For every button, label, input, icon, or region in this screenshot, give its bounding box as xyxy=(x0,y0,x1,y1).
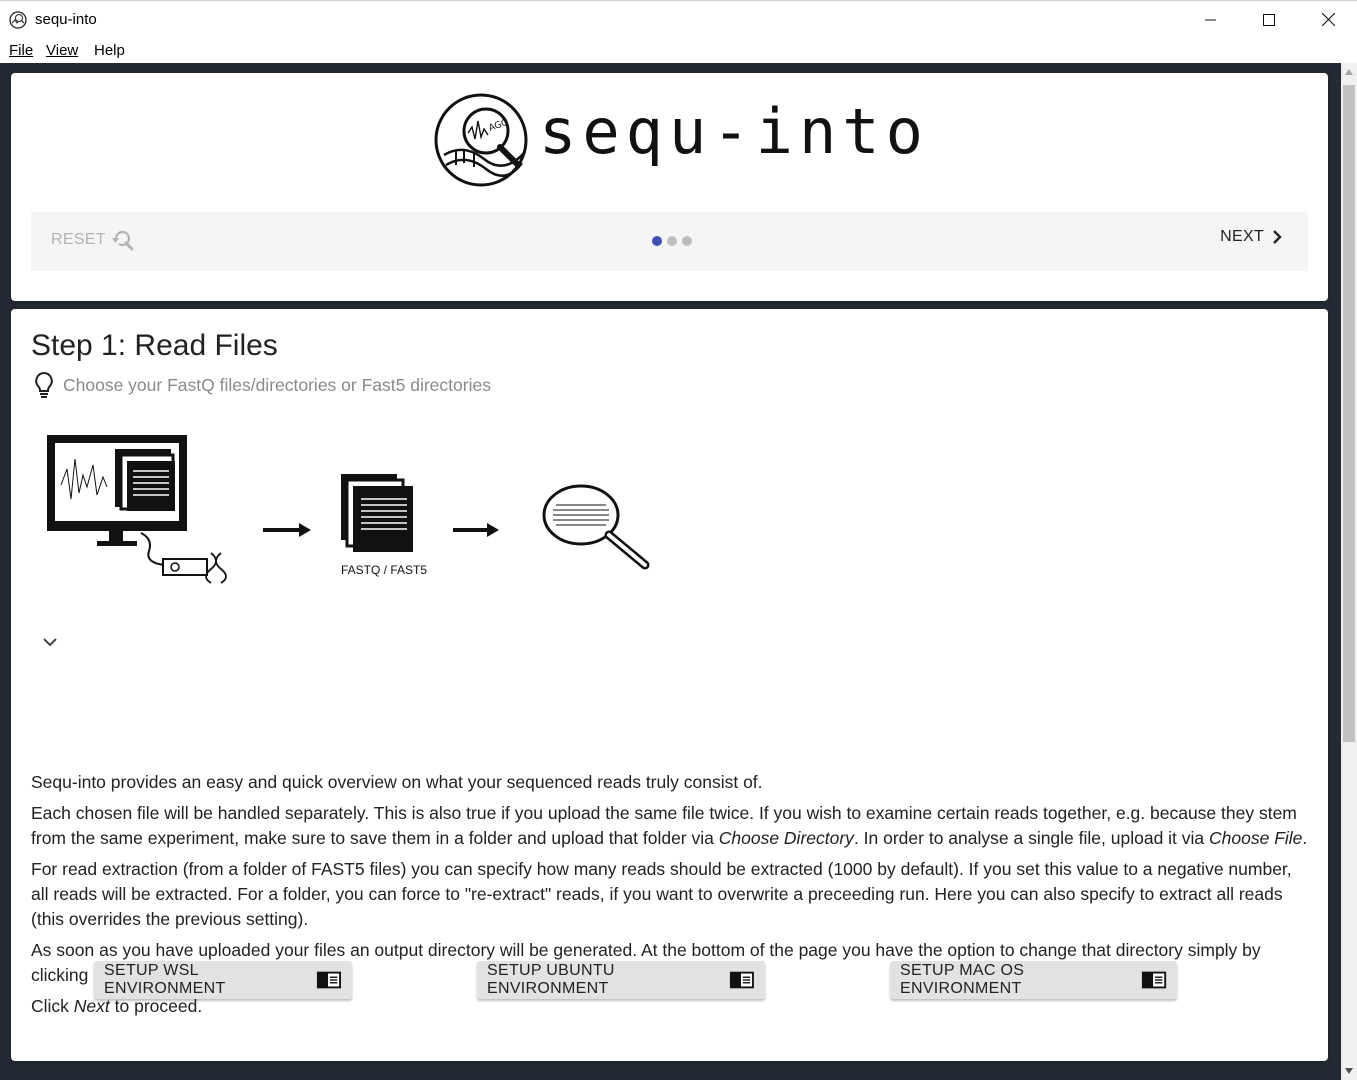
book-icon xyxy=(1141,971,1167,989)
scroll-down-icon[interactable] xyxy=(1345,1068,1353,1074)
sequencer-computer-icon xyxy=(47,435,227,584)
app-content: AGC sequ-into RESET NEXT Step 1: Read Fi… xyxy=(0,63,1341,1080)
reset-search-icon xyxy=(111,230,134,251)
book-icon xyxy=(730,971,755,989)
maximize-icon xyxy=(1263,13,1275,26)
minimize-icon xyxy=(1205,19,1216,20)
step-hint: Choose your FastQ files/directories or F… xyxy=(33,371,491,399)
reset-button[interactable]: RESET xyxy=(51,228,136,252)
close-button[interactable] xyxy=(1299,1,1357,38)
step-dot-2 xyxy=(667,236,677,246)
setup-macos-label: SETUP MAC OS ENVIRONMENT xyxy=(900,962,1025,997)
step-dot-3 xyxy=(682,236,692,246)
minimize-button[interactable] xyxy=(1182,1,1240,38)
setup-ubuntu-label: SETUP UBUNTU ENVIRONMENT xyxy=(487,962,615,997)
book-icon xyxy=(317,971,342,989)
step-navigation: RESET NEXT xyxy=(31,212,1308,271)
next-label: NEXT xyxy=(1220,228,1264,245)
app-logo-icon xyxy=(9,11,27,29)
step-card: Step 1: Read Files Choose your FastQ fil… xyxy=(11,309,1328,1061)
setup-macos-button[interactable]: SETUP MAC OS ENVIRONMENT xyxy=(890,961,1177,999)
setup-wsl-button[interactable]: SETUP WSL ENVIRONMENT xyxy=(94,961,352,999)
title-bar: sequ-into xyxy=(0,0,1357,38)
close-icon xyxy=(1321,13,1335,26)
menu-bar: File View Help xyxy=(0,38,1357,63)
lightbulb-icon xyxy=(35,371,53,398)
header-card: AGC sequ-into RESET NEXT xyxy=(11,73,1328,301)
logo-text: sequ-into xyxy=(539,95,929,168)
workflow-diagram: FASTQ / FAST5 xyxy=(47,435,650,584)
reads-files-icon: FASTQ / FAST5 xyxy=(341,474,427,577)
reset-label: RESET xyxy=(51,231,106,248)
window-title: sequ-into xyxy=(35,11,97,28)
setup-ubuntu-button[interactable]: SETUP UBUNTU ENVIRONMENT xyxy=(477,961,765,999)
step-dot-1 xyxy=(652,236,662,246)
scroll-up-icon[interactable] xyxy=(1345,69,1353,75)
step-title: Step 1: Read Files xyxy=(31,329,278,362)
arrow-right-icon xyxy=(453,523,499,537)
menu-help[interactable]: Help xyxy=(94,42,125,59)
extraction-paragraph: For read extraction (from a folder of FA… xyxy=(31,859,1292,929)
maximize-button[interactable] xyxy=(1240,1,1298,38)
step-progress-dots xyxy=(652,236,692,246)
arrow-right-icon xyxy=(263,523,311,537)
files-paragraph: Each chosen file will be handled separat… xyxy=(31,803,1308,848)
next-button[interactable]: NEXT xyxy=(1220,228,1282,246)
magnifier-icon xyxy=(542,484,650,570)
diagram-label: FASTQ / FAST5 xyxy=(341,563,427,577)
scrollbar-thumb[interactable] xyxy=(1343,85,1355,742)
vertical-scrollbar[interactable] xyxy=(1341,63,1357,1080)
chevron-right-icon xyxy=(1273,230,1282,244)
step-hint-text: Choose your FastQ files/directories or F… xyxy=(63,374,491,395)
intro-paragraph: Sequ-into provides an easy and quick ove… xyxy=(31,772,763,792)
expand-chevron-icon[interactable] xyxy=(42,637,58,647)
setup-wsl-label: SETUP WSL ENVIRONMENT xyxy=(104,962,226,997)
menu-file[interactable]: File xyxy=(9,42,33,59)
menu-view[interactable]: View xyxy=(46,42,78,59)
